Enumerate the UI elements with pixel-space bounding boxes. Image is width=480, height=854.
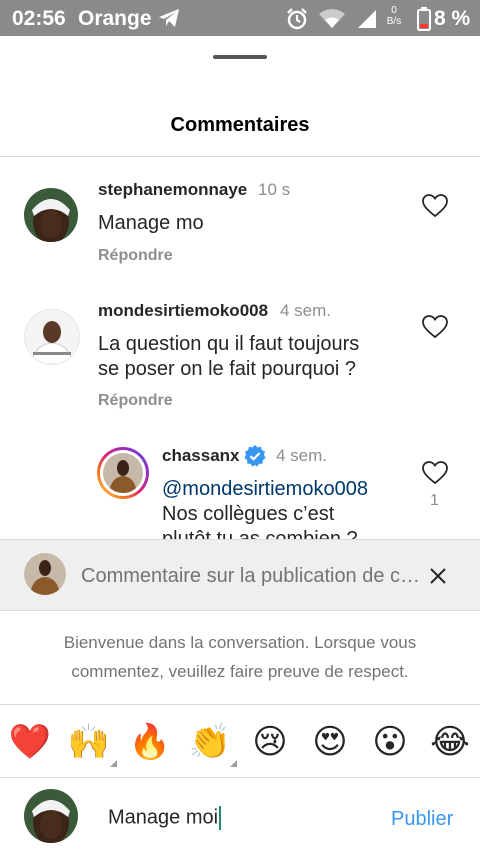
comment-input-value: Manage moi: [108, 806, 219, 829]
comment-username[interactable]: chassanx: [162, 446, 240, 466]
verified-badge-icon: [243, 444, 267, 473]
avatar[interactable]: [24, 309, 80, 365]
heart-icon[interactable]: [422, 315, 448, 344]
divider: [0, 156, 480, 157]
like-count: 1: [430, 492, 439, 509]
comment-text-line: Nos collègues c’est: [162, 503, 335, 525]
comment-username[interactable]: stephanemonnaye: [98, 180, 247, 200]
reply-button[interactable]: Répondre: [98, 247, 173, 265]
status-time: 02:56: [12, 7, 66, 30]
carrier-name: Orange: [78, 7, 152, 30]
comment-text: Manage mo: [98, 212, 204, 234]
emoji-open-mouth[interactable]: 😮: [368, 720, 412, 764]
publish-button[interactable]: Publier: [391, 808, 453, 831]
signal-icon: [356, 8, 378, 35]
heart-icon[interactable]: [422, 461, 448, 490]
battery-icon: [417, 7, 431, 36]
drag-handle[interactable]: [213, 55, 267, 59]
story-avatar[interactable]: [97, 447, 149, 499]
comment-input[interactable]: Manage moi: [108, 806, 222, 830]
emoji-row: ❤️ 🙌 🔥 👏 😢 😍 😮 😂: [0, 720, 480, 767]
status-bar: 02:56 Orange 0 B/s 8 %: [0, 0, 480, 36]
skin-tone-indicator-icon: [110, 760, 117, 767]
current-user-avatar: [24, 789, 78, 843]
emoji-clapping-hands[interactable]: 👏: [188, 720, 232, 764]
comment-text-line: se poser on le fait pourquoi ?: [98, 358, 356, 380]
avatar[interactable]: [24, 188, 78, 242]
sheet-title: Commentaires: [170, 114, 310, 136]
comment-composer: Manage moi Publier: [0, 778, 480, 854]
mention-link[interactable]: @mondesirtiemoko008: [162, 477, 368, 502]
divider: [0, 704, 480, 705]
welcome-message: Bienvenue dans la conversation. Lorsque …: [63, 633, 417, 681]
comment-time: 4 sem.: [280, 301, 332, 320]
network-speed-value: 0: [391, 5, 397, 16]
emoji-red-heart[interactable]: ❤️: [8, 720, 52, 764]
emoji-crying-face[interactable]: 😢: [248, 720, 292, 764]
battery-percentage: 8 %: [434, 7, 471, 30]
emoji-raising-hands[interactable]: 🙌: [67, 720, 111, 764]
avatar: [24, 553, 66, 595]
close-icon[interactable]: [428, 566, 448, 591]
comment-username[interactable]: mondesirtiemoko008: [98, 301, 268, 321]
reply-button[interactable]: Répondre: [98, 392, 173, 410]
telegram-icon: [158, 8, 180, 33]
emoji-fire[interactable]: 🔥: [128, 720, 172, 764]
reply-target-text: Commentaire sur la publication de chassa…: [81, 565, 429, 587]
heart-icon[interactable]: [422, 194, 448, 223]
comment-time: 10 s: [258, 180, 291, 199]
wifi-icon: [318, 7, 346, 34]
reply-target-bar[interactable]: Commentaire sur la publication de chassa…: [0, 539, 480, 611]
network-speed: 0 B/s: [384, 5, 404, 27]
comment-time: 4 sem.: [276, 446, 328, 465]
emoji-heart-eyes[interactable]: 😍: [308, 720, 352, 764]
network-speed-unit: B/s: [386, 16, 402, 27]
comment-text-line: La question qu il faut toujours: [98, 333, 360, 355]
emoji-tears-of-joy[interactable]: 😂: [428, 720, 472, 764]
text-cursor: [219, 806, 222, 830]
skin-tone-indicator-icon: [230, 760, 237, 767]
alarm-icon: [286, 8, 308, 35]
